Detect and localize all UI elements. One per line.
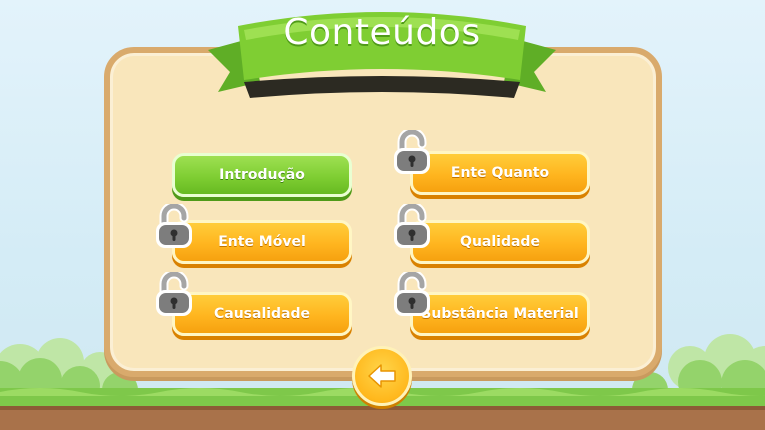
- padlock-icon: [156, 272, 192, 316]
- padlock-icon: [394, 130, 430, 174]
- ente-quanto-button[interactable]: Ente Quanto: [410, 151, 590, 195]
- padlock-icon: [394, 204, 430, 248]
- substancia-material-label: Substância Material: [421, 306, 579, 322]
- padlock-icon: [156, 204, 192, 248]
- qualidade-label: Qualidade: [460, 234, 540, 250]
- ente-movel-label: Ente Móvel: [218, 234, 306, 250]
- introducao-label: Introdução: [219, 167, 305, 183]
- ente-movel-button[interactable]: Ente Móvel: [172, 220, 352, 264]
- qualidade-button[interactable]: Qualidade: [410, 220, 590, 264]
- back-button[interactable]: [352, 346, 412, 406]
- introducao-button[interactable]: Introdução: [172, 153, 352, 197]
- padlock-icon: [394, 272, 430, 316]
- game-screen: Conteúdos Introdução Ente Quanto Ente Mó…: [0, 0, 765, 430]
- back-arrow-icon: [368, 364, 396, 388]
- substancia-material-button[interactable]: Substância Material: [410, 292, 590, 336]
- page-title: Conteúdos: [283, 12, 481, 53]
- ente-quanto-label: Ente Quanto: [450, 165, 550, 181]
- causalidade-button[interactable]: Causalidade: [172, 292, 352, 336]
- causalidade-label: Causalidade: [213, 306, 311, 322]
